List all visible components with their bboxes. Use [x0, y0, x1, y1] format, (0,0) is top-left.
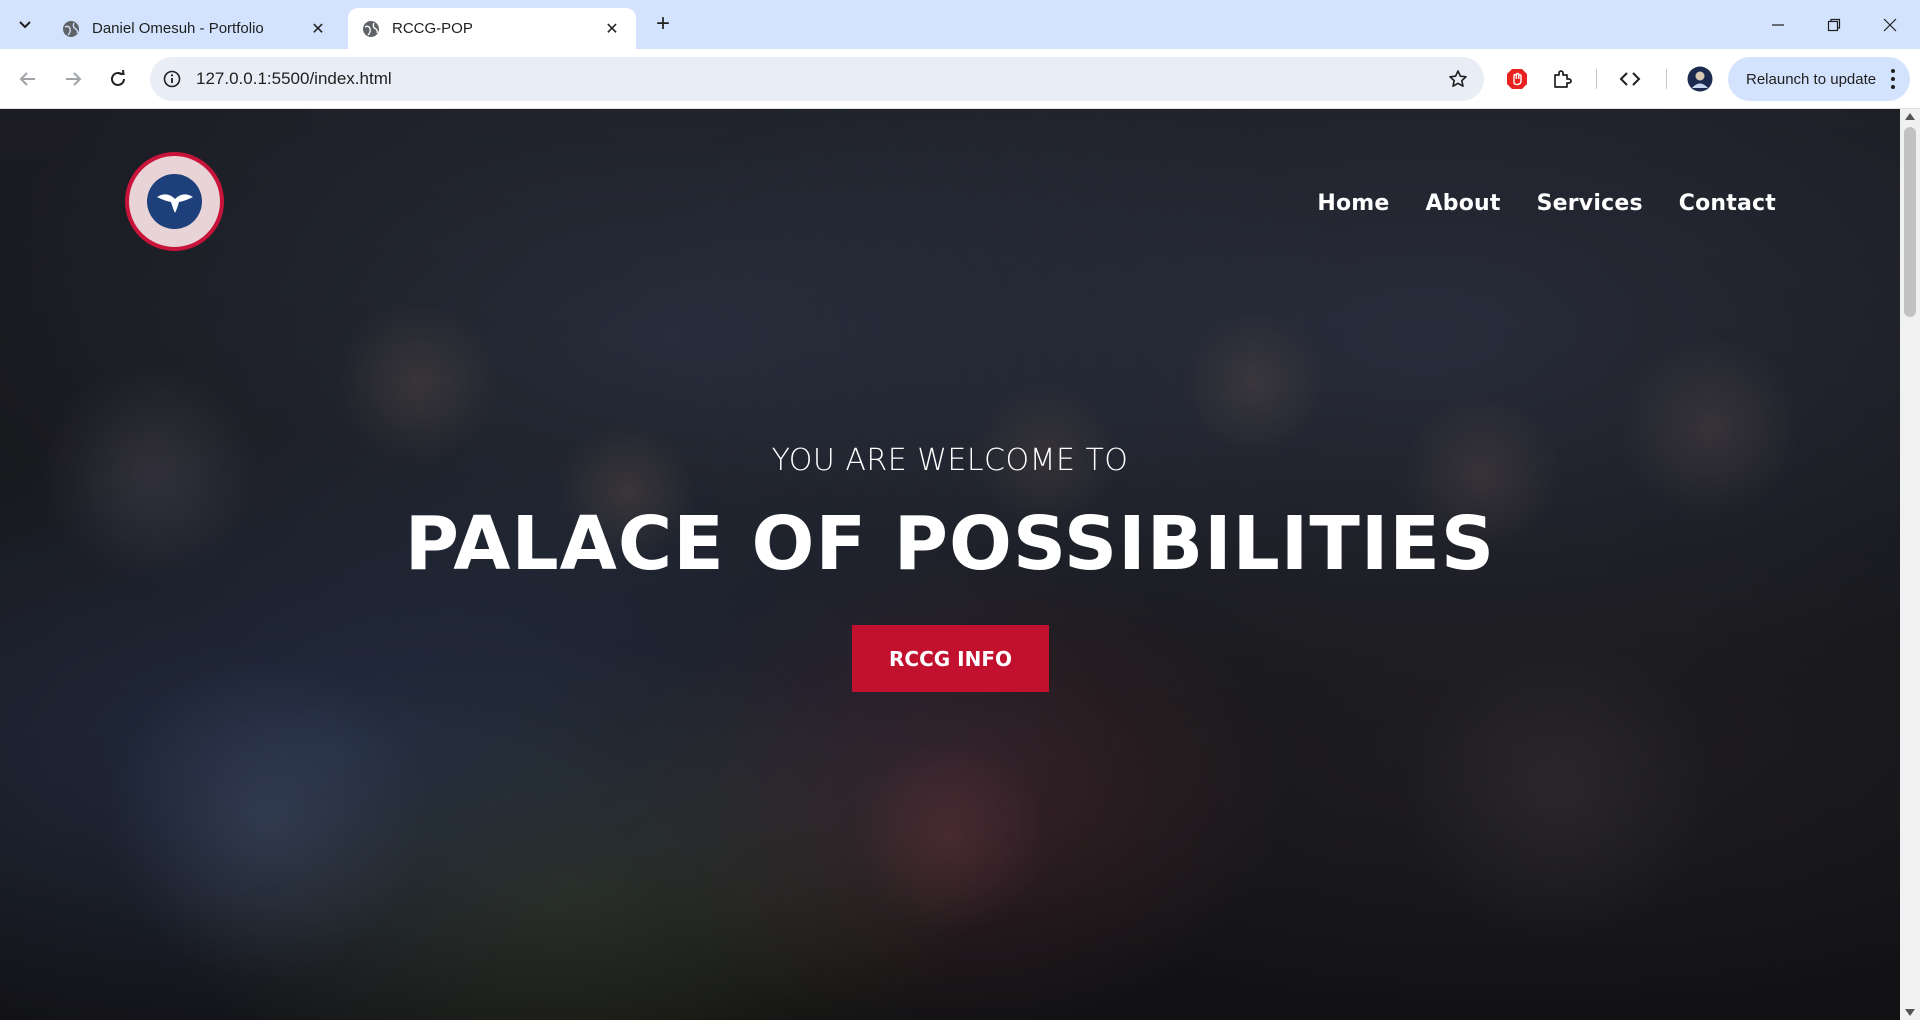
browser-toolbar: 127.0.0.1:5500/index.html Relaunch to up…: [0, 49, 1920, 109]
back-button[interactable]: [10, 61, 46, 97]
scroll-up-arrow-icon[interactable]: [1905, 113, 1915, 120]
dove-icon: [147, 174, 202, 229]
reload-icon: [111, 70, 125, 86]
globe-icon: [362, 20, 380, 38]
devtools-code-icon[interactable]: [1616, 65, 1644, 93]
toolbar-divider: [1596, 69, 1597, 89]
site-info-icon[interactable]: [160, 67, 184, 91]
relaunch-to-update-button[interactable]: Relaunch to update: [1728, 57, 1910, 101]
window-close-button[interactable]: [1862, 0, 1918, 49]
bookmark-star-icon[interactable]: [1446, 67, 1470, 91]
scrollbar-thumb[interactable]: [1904, 127, 1916, 317]
minimize-icon: [1772, 23, 1784, 26]
restore-button[interactable]: [1806, 0, 1862, 49]
page-scrollbar[interactable]: [1900, 109, 1920, 1020]
extension-adblock-icon[interactable]: [1503, 65, 1531, 93]
forward-button[interactable]: [55, 61, 91, 97]
restore-icon: [1827, 18, 1841, 31]
minimize-button[interactable]: [1750, 0, 1806, 49]
arrow-right-icon: [66, 72, 82, 86]
tab-rccg-pop[interactable]: RCCG-POP ✕: [348, 8, 636, 49]
url-text[interactable]: 127.0.0.1:5500/index.html: [196, 69, 392, 89]
page-viewport: Home About Services Contact YOU ARE WELC…: [0, 109, 1900, 1020]
reload-button[interactable]: [100, 61, 136, 97]
scroll-down-arrow-icon[interactable]: [1905, 1009, 1915, 1016]
relaunch-label: Relaunch to update: [1746, 70, 1877, 88]
hero-title: PALACE OF POSSIBILITIES: [404, 501, 1496, 587]
close-icon: [1883, 18, 1897, 31]
main-nav: Home About Services Contact: [1317, 191, 1776, 216]
tab-title: Daniel Omesuh - Portfolio: [92, 20, 264, 37]
close-icon[interactable]: ✕: [602, 19, 622, 39]
church-logo[interactable]: [125, 152, 224, 251]
globe-icon: [62, 20, 80, 38]
nav-home[interactable]: Home: [1317, 191, 1389, 216]
nav-services[interactable]: Services: [1537, 191, 1643, 216]
nav-about[interactable]: About: [1426, 191, 1501, 216]
profile-avatar[interactable]: [1686, 65, 1714, 93]
arrow-left-icon: [19, 72, 35, 86]
hero-subtitle: YOU ARE WELCOME TO: [771, 443, 1129, 478]
extensions-puzzle-icon[interactable]: [1548, 65, 1576, 93]
tab-search-button[interactable]: [8, 9, 42, 41]
tab-portfolio[interactable]: Daniel Omesuh - Portfolio ✕: [48, 8, 342, 49]
more-vert-icon: [1890, 69, 1896, 89]
nav-contact[interactable]: Contact: [1679, 191, 1776, 216]
rccg-info-button[interactable]: RCCG INFO: [852, 625, 1049, 692]
tab-title: RCCG-POP: [392, 20, 473, 37]
address-bar[interactable]: 127.0.0.1:5500/index.html: [150, 57, 1484, 101]
close-icon[interactable]: ✕: [308, 19, 328, 39]
chevron-down-icon: [19, 21, 31, 29]
tab-strip: Daniel Omesuh - Portfolio ✕ RCCG-POP ✕ +: [0, 0, 1920, 49]
toolbar-divider: [1666, 69, 1667, 89]
new-tab-button[interactable]: +: [650, 10, 676, 37]
